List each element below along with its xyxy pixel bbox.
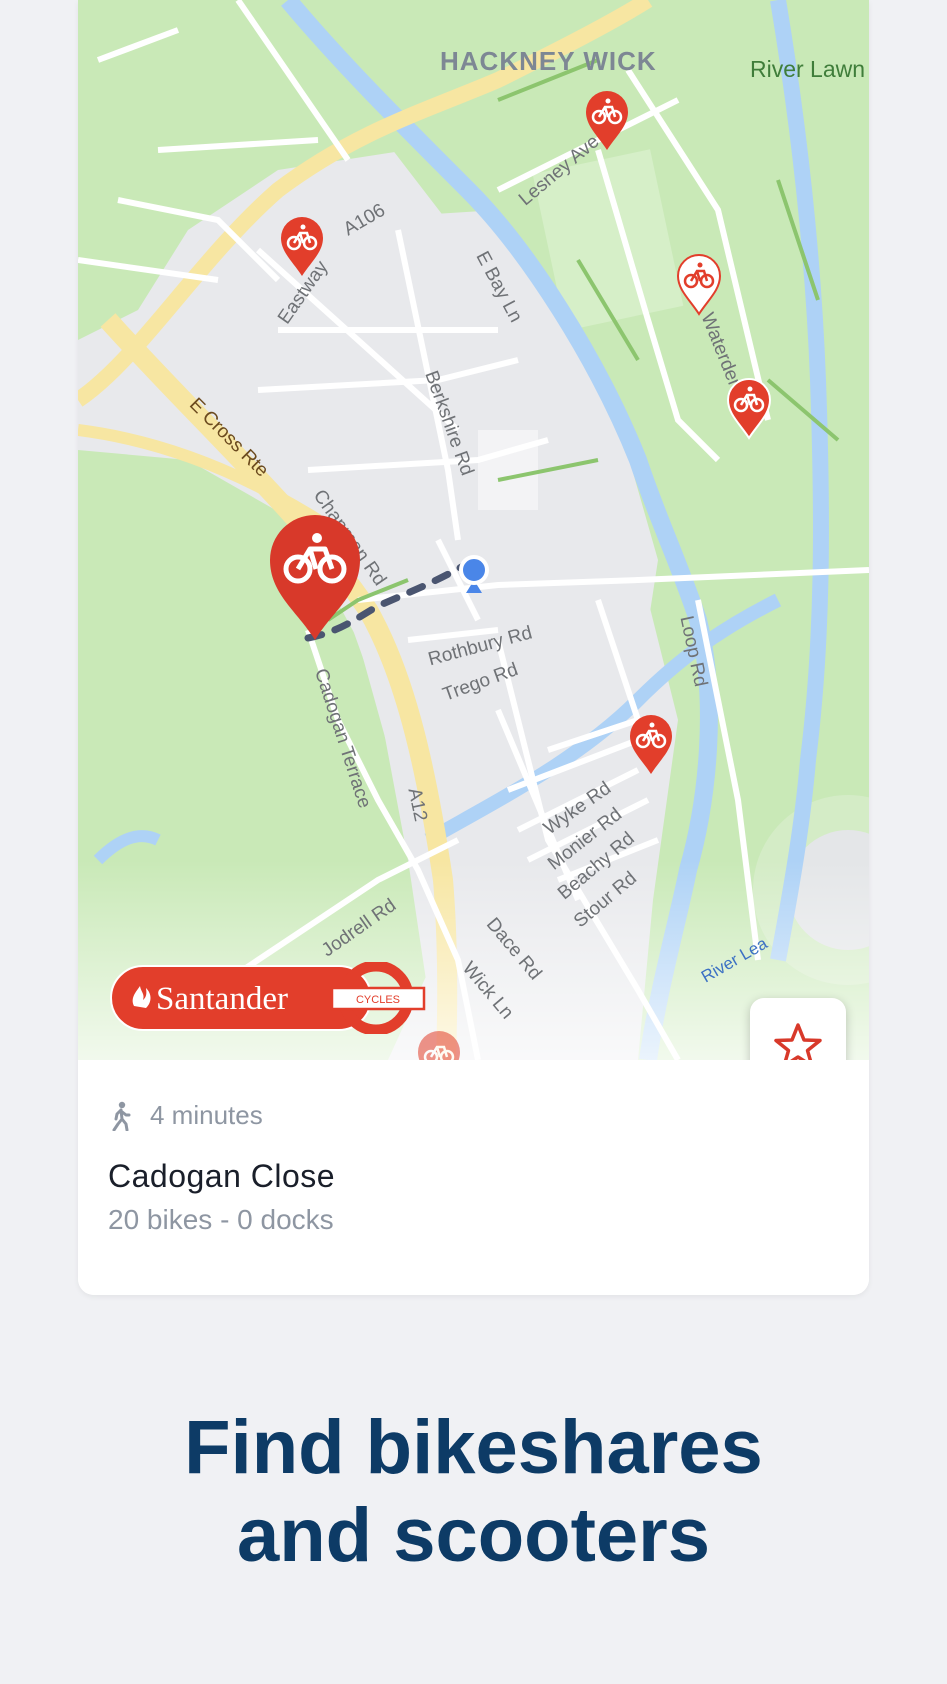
map-view[interactable]: HACKNEY WICK River Lawn A106 Eastway Les…: [78, 0, 869, 1060]
station-card: HACKNEY WICK River Lawn A106 Eastway Les…: [78, 0, 869, 1295]
bike-station-pin[interactable]: [416, 1030, 462, 1060]
selected-bike-station-pin[interactable]: [268, 514, 362, 642]
headline-line-1: Find bikeshares: [184, 1405, 763, 1490]
bike-station-pin-empty[interactable]: [676, 254, 722, 316]
bike-station-pin[interactable]: [584, 90, 630, 152]
headline: Find bikeshares and scooters: [0, 1404, 947, 1580]
walk-time-text: 4 minutes: [150, 1100, 263, 1130]
station-availability: 20 bikes - 0 docks: [108, 1204, 334, 1235]
map-district-label: HACKNEY WICK: [440, 46, 657, 76]
headline-line-2: and scooters: [236, 1493, 711, 1578]
station-name: Cadogan Close: [108, 1158, 336, 1194]
map-base: [78, 0, 869, 1060]
bike-station-pin[interactable]: [279, 216, 325, 278]
station-info[interactable]: 4 minutes Cadogan Close 20 bikes - 0 doc…: [78, 1060, 869, 1295]
bike-station-pin[interactable]: [628, 714, 674, 776]
santander-cycles-logo: Santander CYCLES: [110, 962, 426, 1034]
bike-station-pin[interactable]: [726, 378, 772, 440]
svg-text:Santander: Santander: [156, 981, 288, 1017]
walk-time-row: 4 minutes: [108, 1100, 263, 1131]
svg-text:CYCLES: CYCLES: [356, 994, 400, 1006]
walking-person-icon: [112, 1101, 131, 1131]
map-park-label: River Lawn: [750, 56, 866, 82]
